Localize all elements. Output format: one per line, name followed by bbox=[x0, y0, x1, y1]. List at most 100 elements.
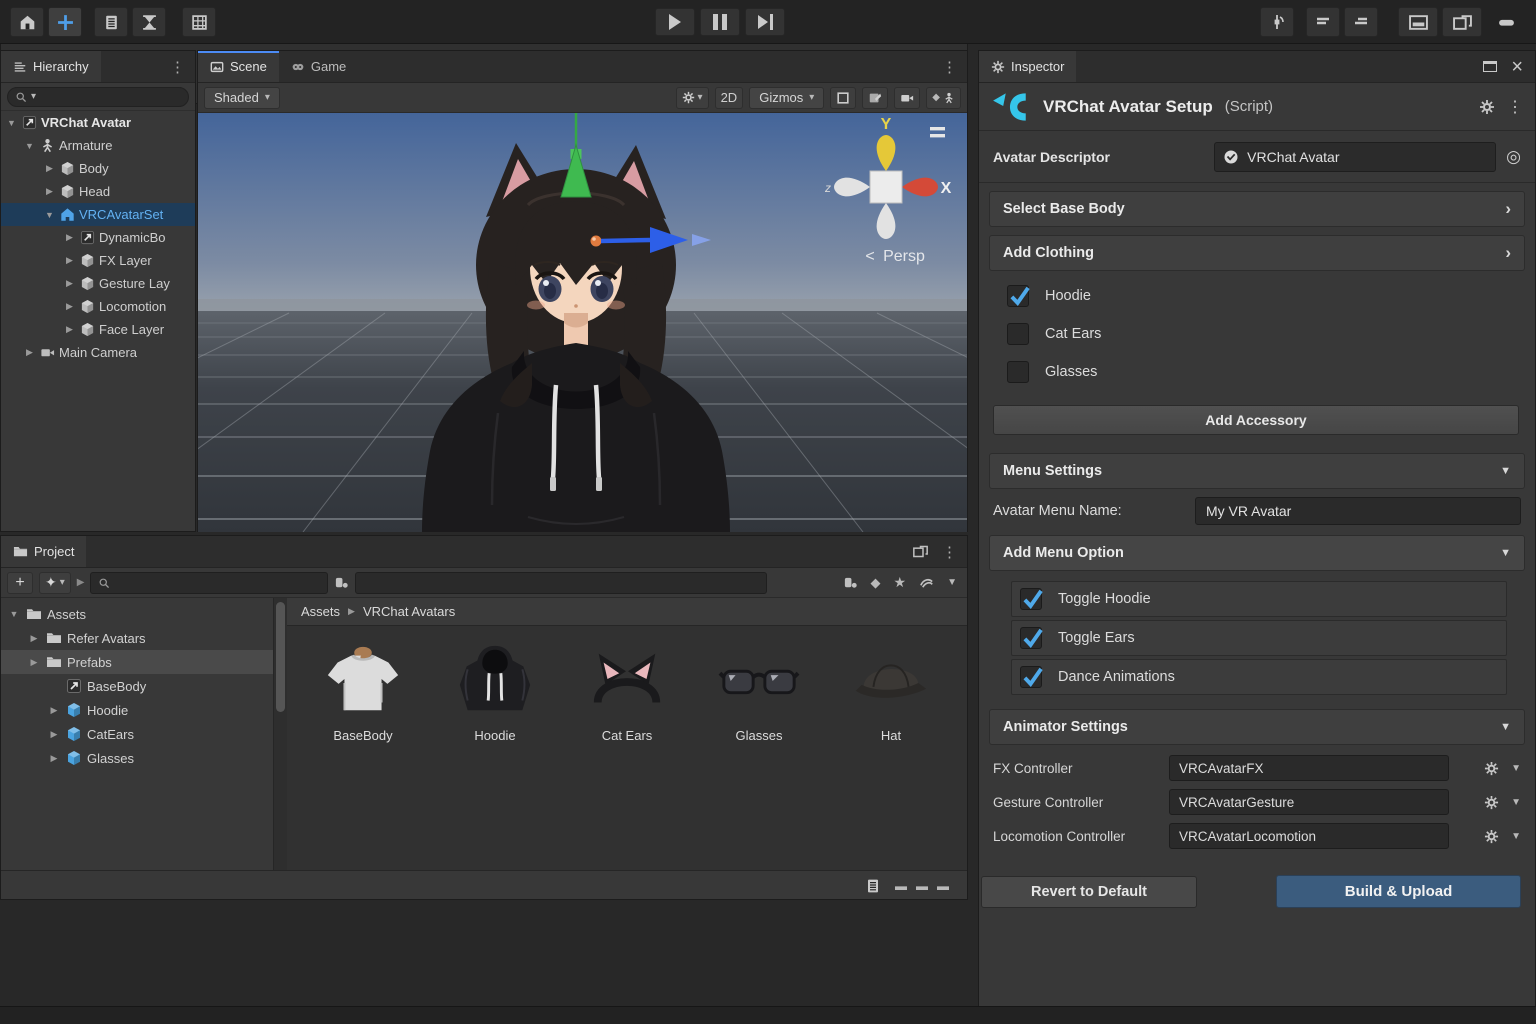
gesture-controller-field[interactable]: VRCAvatarGesture bbox=[1169, 789, 1449, 815]
favorites-icon[interactable]: ★ bbox=[894, 574, 907, 591]
collapse-button[interactable] bbox=[1486, 7, 1526, 37]
toggle-hoodie-checkbox[interactable] bbox=[1020, 588, 1042, 610]
menu-option-toggle-ears[interactable]: Toggle Ears bbox=[1011, 620, 1507, 656]
asset-tile-hoodie[interactable]: Hoodie bbox=[443, 640, 547, 743]
project-item-prefabs[interactable]: ▶ Prefabs bbox=[1, 650, 273, 674]
menu-option-toggle-hoodie[interactable]: Toggle Hoodie bbox=[1011, 581, 1507, 617]
add-clothing-button[interactable]: Add Clothing › bbox=[989, 235, 1525, 271]
breadcrumb-root[interactable]: Assets bbox=[301, 604, 340, 619]
tab-inspector[interactable]: Inspector bbox=[979, 51, 1076, 82]
asset-tile-glasses[interactable]: Glasses bbox=[707, 640, 811, 743]
float-window-button[interactable] bbox=[1442, 7, 1482, 37]
breadcrumb-current[interactable]: VRChat Avatars bbox=[363, 604, 455, 619]
persp-label[interactable]: Persp bbox=[883, 248, 925, 265]
hierarchy-item-face-layer[interactable]: ▶ Face Layer bbox=[1, 318, 195, 341]
annotation-button[interactable] bbox=[862, 87, 888, 109]
project-filter-input[interactable] bbox=[355, 572, 767, 594]
gizmo-visibility-button[interactable]: ◆ bbox=[926, 87, 961, 109]
hierarchy-search-input[interactable]: ▾ bbox=[7, 87, 189, 107]
transform-tool-button[interactable] bbox=[132, 7, 166, 37]
animator-settings-header[interactable]: Animator Settings ▼ bbox=[989, 709, 1525, 745]
dropdown-icon[interactable]: ▼ bbox=[1511, 763, 1521, 774]
layout-list-button[interactable] bbox=[1344, 7, 1378, 37]
gear-icon[interactable] bbox=[1484, 795, 1499, 810]
project-item-hoodie[interactable]: ▶ Hoodie bbox=[1, 698, 273, 722]
view-tool-button[interactable] bbox=[10, 7, 44, 37]
avatar-descriptor-field[interactable]: VRChat Avatar bbox=[1214, 142, 1496, 172]
hierarchy-item-locomotion-layer[interactable]: ▶ Locomotion bbox=[1, 295, 195, 318]
dropdown-icon[interactable]: ▼ bbox=[1511, 831, 1521, 842]
gear-icon[interactable] bbox=[1479, 99, 1495, 115]
tab-hierarchy[interactable]: Hierarchy bbox=[1, 51, 101, 82]
dropdown-icon[interactable]: ▼ bbox=[1511, 797, 1521, 808]
project-item-refer-avatars[interactable]: ▶ Refer Avatars bbox=[1, 626, 273, 650]
asset-tile-hat[interactable]: Hat bbox=[839, 640, 943, 743]
snap-settings-button[interactable] bbox=[182, 7, 216, 37]
catears-checkbox[interactable] bbox=[1007, 323, 1029, 345]
hierarchy-item-dynamicbo[interactable]: ▶ DynamicBo bbox=[1, 226, 195, 249]
hierarchy-item-main-camera[interactable]: ▶ Main Camera bbox=[1, 341, 195, 364]
create-add-button[interactable]: + bbox=[7, 572, 33, 594]
asset-type-filter-icon[interactable] bbox=[843, 575, 858, 590]
hierarchy-item-body[interactable]: ▶ Body bbox=[1, 157, 195, 180]
maximize-icon[interactable] bbox=[1483, 61, 1497, 72]
hierarchy-item-armature[interactable]: ▼ Armature bbox=[1, 134, 195, 157]
project-item-catears[interactable]: ▶ CatEars bbox=[1, 722, 273, 746]
add-accessory-button[interactable]: Add Accessory bbox=[993, 405, 1519, 435]
hierarchy-item-vrcavatarset[interactable]: ▼ VRCAvatarSet bbox=[1, 203, 195, 226]
project-search-input[interactable] bbox=[90, 572, 328, 594]
select-base-body-button[interactable]: Select Base Body › bbox=[989, 191, 1525, 227]
hidden-packages-icon[interactable] bbox=[919, 575, 934, 590]
hierarchy-menu-button[interactable]: ⋮ bbox=[160, 51, 195, 82]
label-filter-icon[interactable]: ◆ bbox=[871, 575, 881, 591]
hoodie-checkbox[interactable] bbox=[1007, 285, 1029, 307]
project-menu-button[interactable]: ⋮ bbox=[942, 543, 957, 561]
play-button[interactable] bbox=[655, 8, 695, 36]
build-and-upload-button[interactable]: Build & Upload bbox=[1276, 875, 1521, 908]
asset-tile-basebody[interactable]: BaseBody bbox=[311, 640, 415, 743]
create-asset-button[interactable]: ✦▾ bbox=[39, 572, 71, 594]
component-menu-button[interactable]: ⋮ bbox=[1507, 97, 1523, 117]
breadcrumb-toggle[interactable]: ▶ bbox=[77, 577, 85, 588]
project-item-assets[interactable]: ▼ Assets bbox=[1, 602, 273, 626]
close-icon[interactable]: × bbox=[1511, 57, 1523, 77]
packages-dropdown[interactable]: ▼ bbox=[947, 577, 957, 588]
glasses-checkbox[interactable] bbox=[1007, 361, 1029, 383]
hierarchy-item-gesture-layer[interactable]: ▶ Gesture Lay bbox=[1, 272, 195, 295]
add-menu-option-header[interactable]: Add Menu Option ▼ bbox=[989, 535, 1525, 571]
scene-settings-dropdown[interactable]: ▾ bbox=[676, 87, 709, 109]
tab-scene[interactable]: Scene bbox=[198, 51, 279, 82]
clothing-option-hoodie[interactable]: Hoodie bbox=[979, 277, 1535, 315]
tab-project[interactable]: Project bbox=[1, 536, 86, 567]
frame-button[interactable] bbox=[830, 87, 856, 109]
hierarchy-item-fx-layer[interactable]: ▶ FX Layer bbox=[1, 249, 195, 272]
menu-option-dance-animations[interactable]: Dance Animations bbox=[1011, 659, 1507, 695]
layout-icon[interactable] bbox=[913, 544, 928, 559]
camera-settings-button[interactable] bbox=[894, 87, 920, 109]
menu-settings-header[interactable]: Menu Settings ▼ bbox=[989, 453, 1525, 489]
move-tool-button[interactable] bbox=[48, 7, 82, 37]
project-item-glasses[interactable]: ▶ Glasses bbox=[1, 746, 273, 770]
2d-toggle-button[interactable]: 2D bbox=[715, 87, 744, 109]
project-tree-scrollbar[interactable] bbox=[273, 598, 287, 870]
pivot-toggle-button[interactable] bbox=[1260, 7, 1294, 37]
clothing-option-catears[interactable]: Cat Ears bbox=[979, 315, 1535, 353]
fx-controller-field[interactable]: VRCAvatarFX bbox=[1169, 755, 1449, 781]
step-button[interactable] bbox=[745, 8, 785, 36]
project-item-basebody[interactable]: BaseBody bbox=[1, 674, 273, 698]
hierarchy-item-head[interactable]: ▶ Head bbox=[1, 180, 195, 203]
clothing-option-glasses[interactable]: Glasses bbox=[979, 353, 1535, 391]
layers-button[interactable] bbox=[1306, 7, 1340, 37]
object-picker-icon[interactable]: ◎ bbox=[1506, 147, 1521, 167]
avatar-menu-name-input[interactable]: My VR Avatar bbox=[1195, 497, 1521, 525]
gear-icon[interactable] bbox=[1484, 829, 1499, 844]
scene-menu-button[interactable]: ⋮ bbox=[932, 51, 967, 82]
tab-game[interactable]: Game bbox=[279, 51, 358, 82]
scene-viewport[interactable]: Y X z < Persp bbox=[198, 113, 967, 532]
gear-icon[interactable] bbox=[1484, 761, 1499, 776]
toggle-ears-checkbox[interactable] bbox=[1020, 627, 1042, 649]
notes-tool-button[interactable] bbox=[94, 7, 128, 37]
asset-tile-catears[interactable]: Cat Ears bbox=[575, 640, 679, 743]
dance-animations-checkbox[interactable] bbox=[1020, 666, 1042, 688]
thumbnail-size-slider[interactable]: ▬▬▬ bbox=[895, 879, 949, 893]
